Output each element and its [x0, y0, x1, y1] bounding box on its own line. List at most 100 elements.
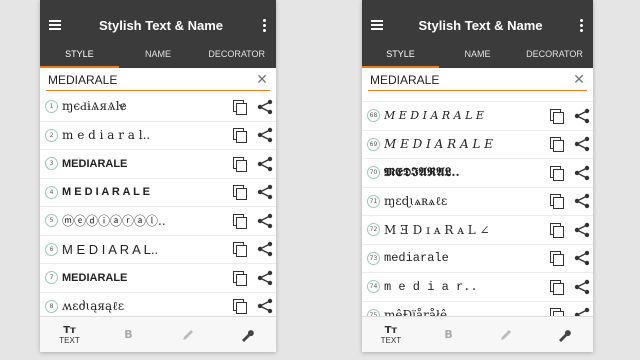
style-list: 68 M E D I A R A L E 69 M E D I A R A L …	[362, 93, 593, 317]
copy-icon[interactable]	[228, 213, 250, 229]
row-number: 8	[45, 299, 58, 313]
bottom-toolbar: Tт TEXT B	[40, 316, 276, 352]
list-item[interactable]: 72 M Ǝ D ɪ ᴀ R ᴀ L ∠	[362, 216, 593, 245]
bold-tool-button[interactable]: B	[420, 328, 478, 341]
share-icon[interactable]	[571, 250, 593, 266]
list-item[interactable]: 68 M E D I A R A L E	[362, 102, 593, 131]
copy-icon[interactable]	[228, 184, 250, 201]
tab-decorator[interactable]: DECORATOR	[516, 40, 593, 68]
row-number: 1	[45, 100, 58, 114]
share-icon[interactable]	[254, 241, 276, 257]
tab-decorator[interactable]: DECORATOR	[197, 40, 276, 68]
row-number: 4	[45, 185, 58, 199]
list-item[interactable]: 5 ⓜⓔⓓⓘⓐⓡⓐⓛ..	[40, 207, 276, 236]
settings-tool-button[interactable]	[217, 327, 276, 343]
bold-icon: B	[444, 328, 453, 341]
share-icon[interactable]	[571, 108, 593, 124]
share-icon[interactable]	[571, 193, 593, 209]
app-title: Stylish Text & Name	[418, 17, 543, 33]
bold-tool-button[interactable]: B	[99, 328, 158, 341]
styled-text: M Ǝ D ɪ ᴀ R ᴀ L ∠	[384, 222, 490, 237]
list-item[interactable]: 73 mediarale	[362, 245, 593, 273]
styled-text: M E D I A R A L E	[384, 109, 484, 123]
share-icon[interactable]	[571, 222, 593, 238]
share-icon[interactable]	[571, 279, 593, 295]
tab-style[interactable]: STYLE	[40, 40, 119, 68]
share-icon[interactable]	[254, 99, 276, 115]
styled-text: ⓜⓔⓓⓘⓐⓡⓐⓛ..	[62, 214, 166, 229]
search-input[interactable]	[46, 73, 254, 87]
edit-tool-button[interactable]	[478, 327, 536, 343]
hamburger-menu-icon[interactable]	[362, 18, 392, 32]
settings-tool-button[interactable]	[535, 327, 593, 343]
list-item[interactable]: 70 𝕸𝕰𝕯𝕴𝕬𝕽𝕬𝕷..	[362, 159, 593, 188]
row-number: 72	[367, 223, 380, 237]
more-vert-icon[interactable]	[252, 18, 276, 33]
wrench-icon	[241, 329, 254, 342]
styled-text: ɱєԀɨѦяѦŀɇ	[62, 99, 127, 114]
list-item[interactable]: 8 ʍɛძɩąяąℓɛ	[40, 293, 276, 318]
styled-text: M E D I A R A L..	[62, 241, 159, 257]
styled-text: MEDIARALE	[62, 157, 128, 170]
copy-icon[interactable]	[545, 222, 567, 238]
list-item[interactable]: 2 m e d i a r a l..	[40, 122, 276, 150]
share-icon[interactable]	[254, 213, 276, 229]
text-format-icon: Tт	[63, 324, 76, 336]
copy-icon[interactable]	[228, 298, 250, 315]
list-item[interactable]: 74 m e d i a r..	[362, 273, 593, 302]
edit-tool-button[interactable]	[158, 327, 217, 343]
row-number: 68	[367, 109, 380, 123]
tab-bar: STYLE NAME DECORATOR	[362, 40, 593, 68]
list-item[interactable]: 6 M E D I A R A L..	[40, 236, 276, 264]
search-input[interactable]	[368, 73, 571, 87]
row-number: 74	[367, 280, 380, 294]
styled-text: m e d i a r a l..	[62, 128, 151, 143]
list-item[interactable]: 69 M E D I A R A L E	[362, 131, 593, 159]
share-icon[interactable]	[254, 298, 276, 314]
text-tool-button[interactable]: Tт TEXT	[40, 325, 99, 345]
row-number: 5	[45, 214, 58, 228]
list-item[interactable]: 71 ɱɛɖɩѧʀѧℓɛ	[362, 188, 593, 216]
search-bar: ✕	[46, 70, 270, 91]
text-format-icon: Tт	[384, 324, 398, 336]
copy-icon[interactable]	[228, 99, 250, 115]
copy-icon[interactable]	[228, 241, 250, 258]
list-item[interactable]: 1 ɱєԀɨѦяѦŀɇ	[40, 93, 276, 122]
styled-text: ʍɛძɩąяąℓɛ	[62, 298, 125, 313]
row-number: 69	[367, 137, 380, 151]
copy-icon[interactable]	[545, 165, 567, 181]
share-icon[interactable]	[254, 127, 276, 143]
list-item[interactable]: 7 MEDIARALE	[40, 264, 276, 293]
text-tool-button[interactable]: Tт TEXT	[362, 325, 420, 345]
row-number: 6	[45, 242, 58, 256]
close-icon[interactable]: ✕	[254, 72, 270, 88]
row-number: 70	[367, 166, 380, 180]
app-bar: Stylish Text & Name	[40, 10, 276, 40]
list-item[interactable]: 4 M E D I A R A L E	[40, 179, 276, 207]
copy-icon[interactable]	[545, 193, 567, 210]
styled-text: mediarale	[384, 251, 449, 266]
close-icon[interactable]: ✕	[571, 72, 587, 88]
list-item[interactable]: 3 MEDIARALE	[40, 150, 276, 179]
tab-name[interactable]: NAME	[119, 40, 198, 68]
copy-icon[interactable]	[545, 250, 567, 267]
share-icon[interactable]	[571, 136, 593, 152]
copy-icon[interactable]	[545, 136, 567, 153]
phone-screen-right: Stylish Text & Name STYLE NAME DECORATOR…	[362, 0, 593, 352]
copy-icon[interactable]	[228, 270, 250, 286]
list-item[interactable]: 75 mêĐïåŗåłê	[362, 302, 593, 317]
share-icon[interactable]	[254, 156, 276, 172]
share-icon[interactable]	[571, 165, 593, 181]
share-icon[interactable]	[254, 184, 276, 200]
tab-style[interactable]: STYLE	[362, 40, 439, 68]
copy-icon[interactable]	[545, 108, 567, 124]
styled-text: m e d i a r..	[384, 279, 478, 294]
share-icon[interactable]	[254, 270, 276, 286]
copy-icon[interactable]	[228, 156, 250, 172]
copy-icon[interactable]	[228, 127, 250, 144]
hamburger-menu-icon[interactable]	[40, 18, 70, 32]
copy-icon[interactable]	[545, 279, 567, 295]
tab-name[interactable]: NAME	[439, 40, 516, 68]
wrench-icon	[559, 329, 571, 342]
more-vert-icon[interactable]	[569, 18, 593, 33]
